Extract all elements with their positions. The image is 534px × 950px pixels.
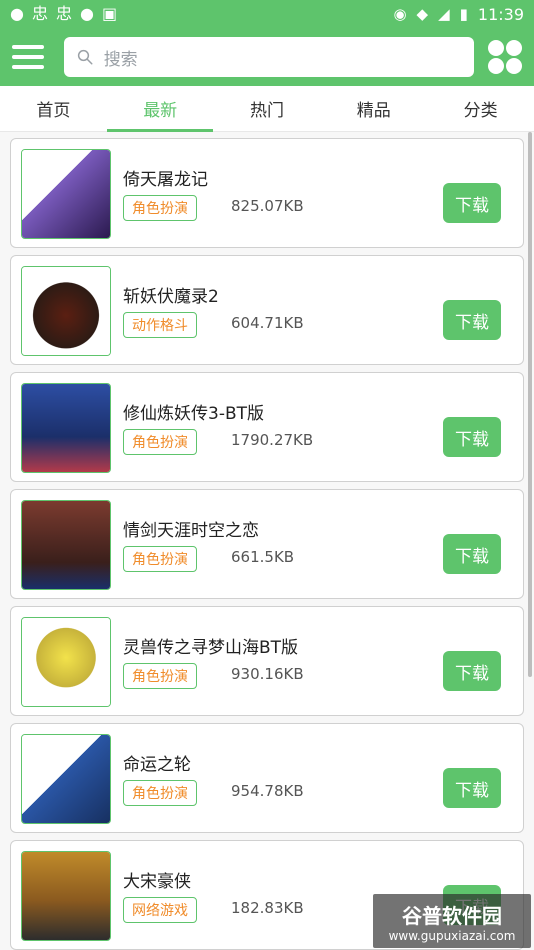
file-size: 661.5KB: [231, 548, 295, 566]
app-thumbnail: [21, 149, 111, 239]
file-size: 954.78KB: [231, 782, 304, 800]
file-size: 825.07KB: [231, 197, 304, 215]
tab-home[interactable]: 首页: [0, 86, 106, 132]
app-bar: 搜索: [0, 28, 534, 86]
download-button[interactable]: 下载: [443, 417, 501, 457]
app-title: 斩妖伏魔录2: [123, 287, 219, 307]
status-time: 11:39: [477, 4, 524, 24]
search-icon: [77, 49, 93, 65]
download-button[interactable]: 下载: [443, 183, 501, 223]
menu-icon-line: [12, 45, 44, 49]
game-icon: [22, 267, 110, 355]
game-icon: [22, 618, 110, 706]
category-tag: 角色扮演: [123, 546, 197, 572]
file-size: 182.83KB: [231, 899, 304, 917]
game-icon: [22, 735, 110, 823]
app-thumbnail: [21, 734, 111, 824]
tab-latest[interactable]: 最新: [107, 86, 214, 132]
app-thumbnail: [21, 266, 111, 356]
app-thumbnail: [21, 851, 111, 941]
app-thumbnail: [21, 500, 111, 590]
watermark-url: www.gupuxiazai.com: [388, 928, 516, 943]
battery-icon: ▮: [459, 5, 468, 23]
game-icon: [22, 501, 110, 589]
download-button[interactable]: 下载: [443, 300, 501, 340]
clover-icon[interactable]: [488, 40, 522, 74]
status-right: ◉ ◆ ◢ ▮ 11:39: [393, 5, 524, 24]
list-item[interactable]: 命运之轮 角色扮演 954.78KB 下载: [10, 723, 524, 833]
app-title: 修仙炼妖传3-BT版: [123, 404, 264, 424]
app-title: 灵兽传之寻梦山海BT版: [123, 638, 299, 658]
search-input[interactable]: 搜索: [63, 37, 475, 77]
menu-icon-line: [12, 65, 44, 69]
category-tag: 角色扮演: [123, 663, 197, 689]
category-tag: 动作格斗: [123, 312, 197, 338]
list-item[interactable]: 灵兽传之寻梦山海BT版 角色扮演 930.16KB 下载: [10, 606, 524, 716]
list-item[interactable]: 情剑天涯时空之恋 角色扮演 661.5KB 下载: [10, 489, 524, 599]
app-title: 大宋豪侠: [123, 872, 191, 892]
category-tag: 角色扮演: [123, 195, 197, 221]
location-icon: ◉: [393, 5, 407, 23]
download-button[interactable]: 下载: [443, 768, 501, 808]
status-dot-icon: ●: [10, 4, 24, 23]
tab-featured[interactable]: 精品: [321, 86, 427, 132]
watermark: 谷普软件园 www.gupuxiazai.com: [373, 894, 531, 948]
wifi-icon: ◆: [416, 5, 429, 23]
app-thumbnail: [21, 383, 111, 473]
search-placeholder: 搜索: [103, 49, 138, 70]
app-list: 倚天屠龙记 角色扮演 825.07KB 下载 斩妖伏魔录2 动作格斗 604.7…: [0, 132, 534, 950]
download-button[interactable]: 下载: [443, 651, 501, 691]
bug-icon: 忠: [31, 4, 48, 23]
file-size: 1790.27KB: [231, 431, 314, 449]
tab-categories[interactable]: 分类: [428, 86, 534, 132]
app-title: 命运之轮: [123, 755, 191, 775]
category-tag: 网络游戏: [123, 897, 197, 923]
app-title: 倚天屠龙记: [123, 170, 208, 190]
watermark-title: 谷普软件园: [402, 903, 502, 928]
menu-button[interactable]: [12, 39, 48, 75]
app-thumbnail: [21, 617, 111, 707]
tabs-bar: 首页 最新 热门 精品 分类: [0, 86, 534, 132]
category-tag: 角色扮演: [123, 780, 197, 806]
signal-icon: ◢: [438, 5, 450, 23]
status-left: ● 忠 忠 ● ▣: [10, 6, 117, 22]
app-title: 情剑天涯时空之恋: [123, 521, 259, 541]
menu-icon-line: [12, 55, 44, 59]
file-size: 930.16KB: [231, 665, 304, 683]
list-item[interactable]: 修仙炼妖传3-BT版 角色扮演 1790.27KB 下载: [10, 372, 524, 482]
list-item[interactable]: 倚天屠龙记 角色扮演 825.07KB 下载: [10, 138, 524, 248]
status-bar: ● 忠 忠 ● ▣ ◉ ◆ ◢ ▮ 11:39: [0, 0, 534, 28]
game-icon: [22, 150, 110, 238]
tab-hot[interactable]: 热门: [214, 86, 320, 132]
scrollbar[interactable]: [528, 132, 532, 677]
bug-icon: 忠: [55, 4, 72, 23]
category-tag: 角色扮演: [123, 429, 197, 455]
list-item[interactable]: 斩妖伏魔录2 动作格斗 604.71KB 下载: [10, 255, 524, 365]
status-dot-icon: ●: [80, 4, 94, 23]
image-icon: ▣: [101, 4, 118, 23]
game-icon: [22, 384, 110, 472]
download-button[interactable]: 下载: [443, 534, 501, 574]
game-icon: [22, 852, 110, 940]
file-size: 604.71KB: [231, 314, 304, 332]
